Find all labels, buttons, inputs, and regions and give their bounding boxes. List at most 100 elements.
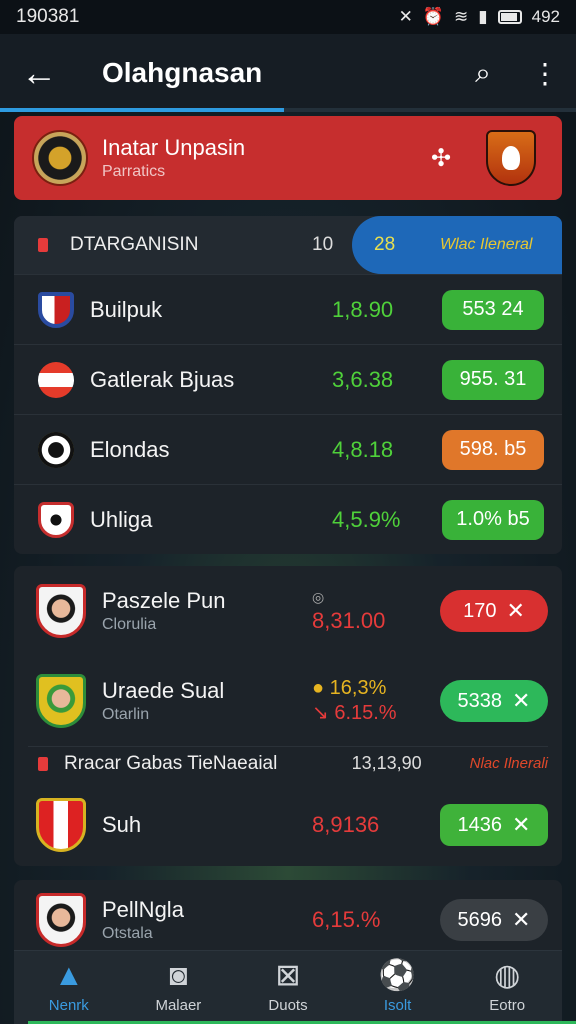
odds-button[interactable]: 553 24 (442, 289, 544, 330)
match-team-sub: Otarlin (102, 706, 150, 723)
odds-pill[interactable]: 170 ✕ (440, 590, 548, 632)
nav-label: Isolt (383, 997, 412, 1014)
league-subheader[interactable]: Rracar Gabas TieNaeaial 13,13,90 Nlac Il… (28, 746, 548, 780)
nav-label: Malaer (155, 997, 202, 1014)
team-crest-icon (36, 674, 86, 728)
tab-indicator (0, 108, 284, 112)
match-score: 8,31.00 (312, 607, 386, 633)
match-title: Inatar Unpasin (102, 135, 246, 160)
more-vertical-icon[interactable]: ⋮ (514, 57, 576, 90)
ball-icon: ⚽ (378, 959, 417, 992)
league-name: DTARGANISIN (70, 234, 199, 255)
league-header[interactable]: DTARGANISIN 10 28 Wlac Ileneral (14, 216, 562, 274)
match-subtitle: Parratics (102, 163, 166, 180)
league-count: 10 (312, 234, 334, 255)
alarm-icon: ⏰ (422, 7, 445, 26)
odds-value: 1436 (457, 813, 503, 836)
team-crest-icon (38, 431, 74, 468)
odds-button[interactable]: 1.0% b5 (442, 499, 544, 540)
status-icons: ✕ ⏰ ≋ ▮ 492 (399, 7, 560, 27)
match-header[interactable]: Inatar Unpasin Parratics ✣ (14, 116, 562, 200)
clock-icon: ◎ (312, 588, 325, 605)
match-card: PellNgla Otstala 6,15.% 5696 ✕ (14, 880, 562, 960)
match-team-name: Suh (102, 812, 142, 837)
page-title: Olahgnasan (102, 57, 263, 88)
battery-icon (497, 10, 522, 24)
close-icon: ✕ (512, 688, 531, 713)
matches-card: Paszele Pun Clorulia ◎ 8,31.00 170 ✕ Ura… (14, 566, 562, 866)
match-row[interactable]: PellNgla Otstala 6,15.% 5696 ✕ (14, 880, 562, 960)
table-row[interactable]: Builpuk 1,8.90 553 24 (14, 274, 562, 344)
nav-extra[interactable]: ◍ Eotro (452, 951, 562, 1024)
team-crest-icon (38, 291, 74, 328)
close-icon: ✕ (506, 598, 525, 623)
home-icon: ▲ (53, 959, 84, 992)
battery-level: 492 (531, 7, 560, 26)
match-score-top: 16,3% (329, 677, 387, 699)
match-row[interactable]: Suh 8,9136 1436 ✕ (14, 780, 562, 866)
odds-button[interactable]: 598. b5 (442, 429, 544, 470)
match-row[interactable]: Uraede Sual Otarlin ● 16,3% ↘ 6.15.% 533… (14, 656, 562, 746)
status-bar: 190381 ✕ ⏰ ≋ ▮ 492 (0, 0, 576, 34)
match-score-bottom: 6.15.% (334, 702, 397, 724)
link-icon[interactable]: ✣ (396, 144, 486, 173)
match-team-sub: Clorulia (102, 616, 157, 633)
team-crest-icon (38, 501, 74, 538)
league-pill[interactable]: 28 Wlac Ileneral (352, 216, 562, 274)
odds-value: 5338 (457, 689, 503, 712)
close-icon: ✕ (512, 907, 531, 932)
match-row[interactable]: Paszele Pun Clorulia ◎ 8,31.00 170 ✕ (14, 566, 562, 656)
status-time: 190381 (16, 6, 80, 27)
table-row[interactable]: Elondas 4,8.18 598. b5 (14, 414, 562, 484)
team-name: Builpuk (90, 296, 163, 322)
match-team-sub: Otstala (102, 925, 153, 942)
team-score: 1,8.90 (332, 296, 394, 322)
team-score: 4,5.9% (332, 506, 401, 532)
back-arrow-icon[interactable]: ← (0, 52, 78, 94)
gamepad-icon: ◙ (169, 959, 188, 992)
nav-label: Nenrk (48, 997, 89, 1014)
league-flag-icon (38, 238, 48, 252)
team-score: 4,8.18 (332, 436, 394, 462)
team-name: Gatlerak Bjuas (90, 366, 235, 392)
nav-label: Eotro (489, 997, 526, 1014)
league-number: 13,13,90 (351, 753, 422, 773)
table-row[interactable]: Uhliga 4,5.9% 1.0% b5 (14, 484, 562, 554)
nav-tickets[interactable]: ⊠ Duots (233, 951, 343, 1024)
bottom-nav: ▲ Nenrk ◙ Malaer ⊠ Duots ⚽ Isolt ◍ Eotro (14, 950, 576, 1024)
league-flag-icon (38, 756, 48, 771)
team-name: Elondas (90, 436, 170, 462)
league-name: Rracar Gabas TieNaeaial (64, 752, 278, 774)
table-row[interactable]: Gatlerak Bjuas 3,6.38 955. 31 (14, 344, 562, 414)
team-crest-icon (36, 584, 86, 638)
trend-icon: ↘ (312, 702, 329, 724)
nav-label: Duots (268, 997, 308, 1014)
match-team-name: PellNgla (102, 897, 184, 922)
team-crest-icon (36, 893, 86, 947)
coin-icon: ● (312, 677, 325, 699)
odds-pill[interactable]: 5696 ✕ (440, 899, 548, 941)
away-crest-icon (486, 130, 536, 186)
ticket-icon: ⊠ (275, 959, 301, 992)
league-pill-label: Wlac Ileneral (440, 236, 533, 253)
odds-button[interactable]: 955. 31 (442, 359, 544, 400)
match-score: 6,15.% (312, 907, 381, 932)
nav-home[interactable]: ▲ Nenrk (14, 951, 124, 1024)
tab-indicator-track (0, 108, 576, 112)
match-score: 8,9136 (312, 812, 380, 837)
mute-icon: ✕ (398, 7, 413, 26)
league-card: DTARGANISIN 10 28 Wlac Ileneral Builpuk … (14, 216, 562, 554)
league-pill-number: 28 (374, 234, 396, 255)
signal-icon: ▮ (478, 7, 488, 26)
team-score: 3,6.38 (332, 366, 394, 392)
team-crest-icon (38, 361, 74, 398)
match-team-name: Paszele Pun (102, 588, 226, 613)
odds-pill[interactable]: 5338 ✕ (440, 680, 548, 722)
nav-sports[interactable]: ⚽ Isolt (343, 951, 453, 1024)
league-label: Nlac Ilnerali (469, 755, 548, 772)
odds-value: 170 (463, 599, 497, 622)
wifi-icon: ≋ (454, 7, 469, 26)
search-icon[interactable]: ⌕ (452, 57, 514, 90)
nav-games[interactable]: ◙ Malaer (124, 951, 234, 1024)
odds-pill[interactable]: 1436 ✕ (440, 804, 548, 846)
